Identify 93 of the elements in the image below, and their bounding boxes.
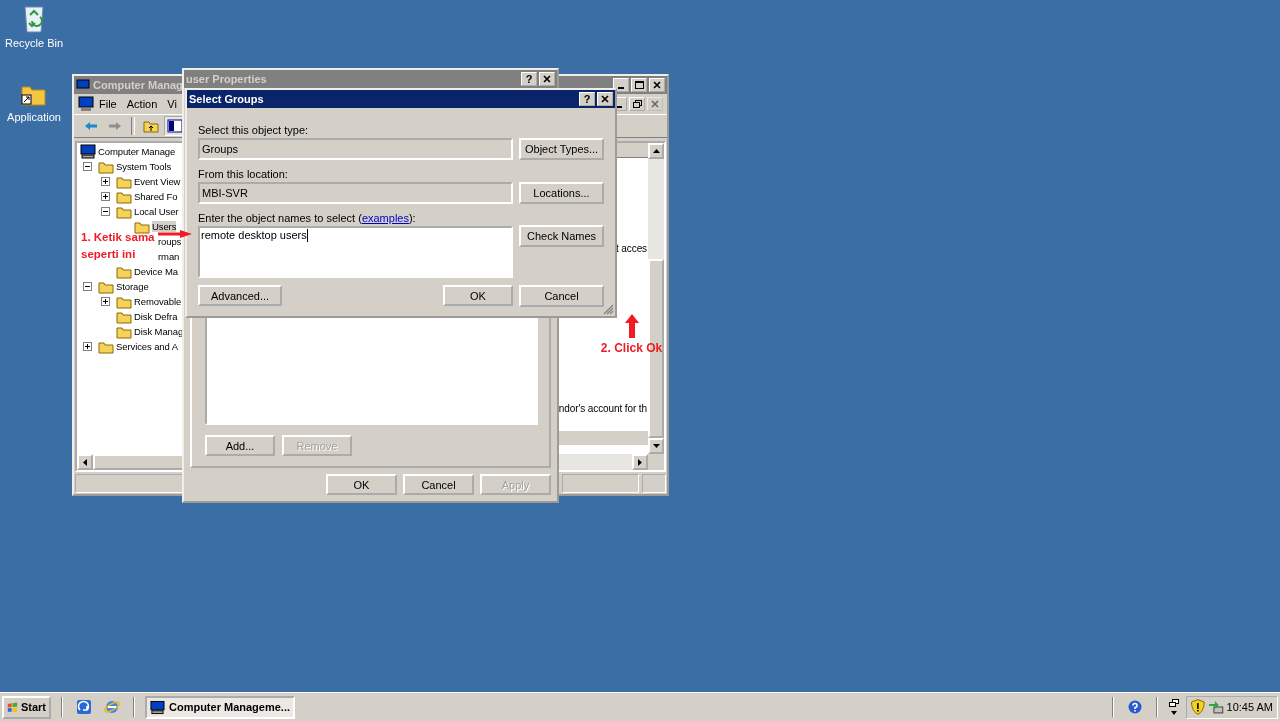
arrow-square-icon	[76, 699, 92, 715]
menu-item[interactable]: Action	[126, 98, 158, 110]
start-button[interactable]: Start	[2, 695, 51, 719]
arrow-icon	[624, 314, 639, 338]
computer-icon	[76, 78, 90, 92]
computer-icon	[78, 96, 94, 112]
tree-item[interactable]: Event View	[134, 176, 181, 187]
status-pane	[642, 474, 666, 493]
maximize-icon	[634, 81, 644, 89]
field-label: From this location:	[198, 167, 289, 182]
tree-item[interactable]: Services and A	[116, 341, 178, 352]
folder-icon	[116, 324, 132, 339]
tree-item[interactable]: rman	[158, 251, 180, 262]
menu-item[interactable]: File	[99, 98, 117, 110]
shield-icon	[1191, 699, 1205, 715]
tree-item[interactable]: Removable	[134, 296, 182, 307]
annotation-text: 2. Click Ok	[600, 340, 663, 357]
location-field[interactable]: MBI-SVR	[198, 182, 513, 204]
left-triangle-icon	[83, 458, 87, 466]
dialog-button[interactable]: Cancel	[403, 474, 474, 495]
list-cell-text: ndor's account for th	[557, 402, 648, 416]
dialog-title: Select Groups	[189, 93, 264, 105]
network-icon	[1207, 699, 1224, 715]
pane-icon	[167, 119, 183, 133]
folder-icon	[116, 189, 132, 204]
tree-item[interactable]: System Tools	[116, 161, 172, 172]
field-label: Select this object type:	[198, 123, 310, 138]
restore-button[interactable]	[629, 97, 645, 111]
folder-icon	[116, 294, 132, 309]
resize-grip-icon	[603, 304, 614, 315]
expand-icon[interactable]	[101, 297, 110, 306]
close-icon	[653, 81, 661, 89]
folder-icon	[116, 309, 132, 324]
dialog-title: user Properties	[186, 73, 267, 85]
object-names-field[interactable]: remote desktop users	[198, 226, 513, 278]
arrow-icon	[158, 230, 192, 238]
expand-icon[interactable]	[83, 342, 92, 351]
folder-icon	[116, 204, 132, 219]
object-type-field[interactable]: Groups	[198, 138, 513, 160]
vertical-scrollbar[interactable]	[648, 143, 664, 454]
locations-button[interactable]: Locations...	[519, 182, 604, 204]
close-icon	[651, 100, 659, 108]
check-names-button[interactable]: Check Names	[519, 225, 604, 247]
icon-label: Application	[7, 111, 61, 123]
cancel-button[interactable]: Cancel	[519, 285, 604, 307]
tree-item[interactable]: Shared Fo	[134, 191, 178, 202]
globe-icon	[104, 699, 120, 715]
icon-label: Recycle Bin	[4, 37, 64, 49]
dialog-button[interactable]: OK	[326, 474, 397, 495]
menu-item[interactable]: Vi	[167, 98, 177, 110]
folder-icon	[98, 159, 114, 174]
tree-item[interactable]: roups	[158, 236, 182, 247]
window-switch-icon	[1169, 698, 1179, 716]
clock: 10:45 AM	[1226, 701, 1273, 713]
close-icon	[601, 95, 609, 103]
up-triangle-icon	[652, 149, 660, 153]
taskbar-button[interactable]: Computer Manageme...	[145, 695, 295, 719]
folder-icon	[116, 174, 132, 189]
tree-item[interactable]: Device Ma	[134, 266, 178, 277]
member-button[interactable]: Add...	[205, 435, 275, 456]
ok-button[interactable]: OK	[443, 285, 513, 306]
tree-item[interactable]: Disk Defra	[134, 311, 178, 322]
tree-item[interactable]: Local User	[134, 206, 179, 217]
help-icon	[1128, 700, 1142, 714]
expand-icon[interactable]	[101, 192, 110, 201]
computer-icon	[80, 144, 96, 159]
folder-icon	[98, 279, 114, 294]
left-arrow-icon	[84, 121, 98, 131]
windows-flag-icon	[7, 700, 18, 714]
advanced-button[interactable]: Advanced...	[198, 285, 282, 306]
help-button[interactable]: ?	[579, 92, 595, 106]
close-button[interactable]	[597, 92, 613, 106]
expand-icon[interactable]	[101, 177, 110, 186]
tree-item[interactable]: Users	[152, 221, 177, 232]
folder-icon	[98, 339, 114, 354]
tree-item[interactable]: Computer Manage	[98, 146, 176, 157]
window-title: Computer Manag	[93, 79, 183, 91]
tree-item[interactable]: Storage	[116, 281, 149, 292]
collapse-icon[interactable]	[101, 207, 110, 216]
folder-icon	[134, 219, 150, 234]
right-arrow-icon	[108, 121, 122, 131]
right-triangle-icon	[638, 458, 642, 466]
collapse-icon[interactable]	[83, 282, 92, 291]
close-icon	[543, 75, 551, 83]
restore-icon	[632, 100, 642, 108]
object-types-button[interactable]: Object Types...	[519, 138, 604, 160]
field-label: Enter the object names to select (examples):	[198, 211, 417, 226]
collapse-icon[interactable]	[83, 162, 92, 171]
down-triangle-icon	[652, 444, 660, 448]
folder-icon	[116, 264, 132, 279]
annotation-text: 1. Ketik sama seperti ini	[81, 230, 156, 262]
folder-up-icon	[143, 119, 159, 133]
computer-icon	[150, 699, 165, 715]
